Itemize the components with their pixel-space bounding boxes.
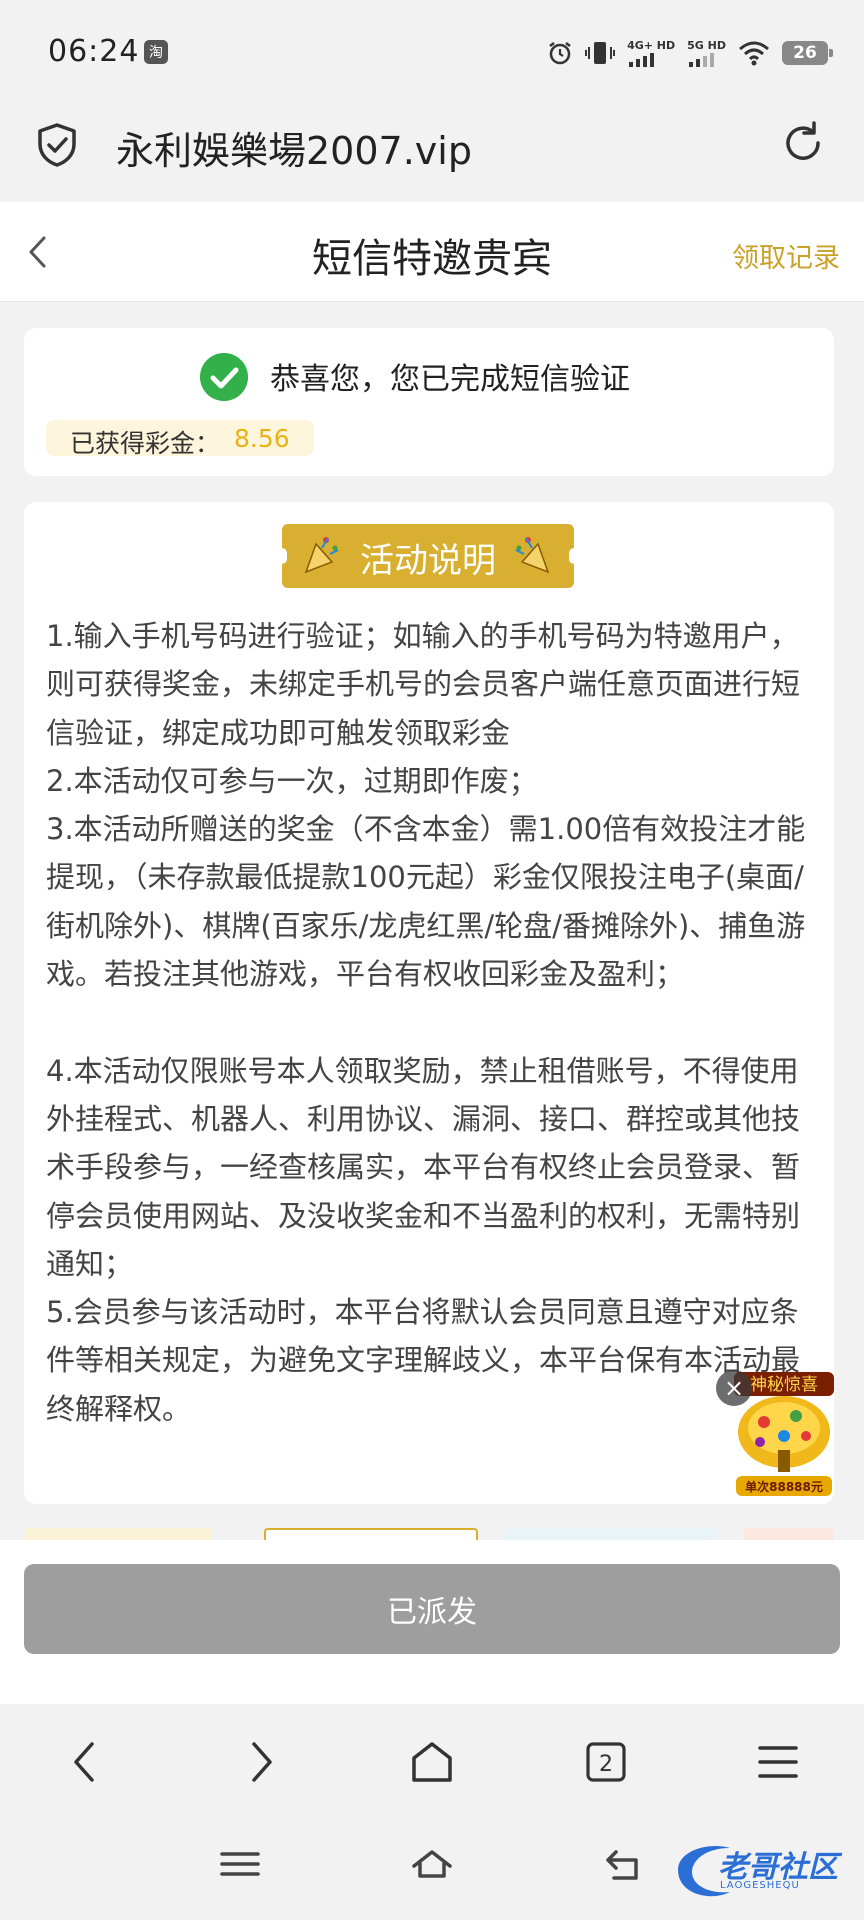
network-label-1: 4G+ HD xyxy=(627,38,676,52)
tabs-button[interactable]: 2 xyxy=(582,1736,630,1788)
browser-back-icon[interactable] xyxy=(62,1736,110,1788)
check-circle-icon xyxy=(200,353,248,401)
status-time: 06:24 xyxy=(48,34,140,69)
rule-4: 4.本活动仅限账号本人领取奖励，禁止租借账号，不得使用外挂程式、机器人、利用协议… xyxy=(46,1053,801,1281)
tabs-icon: 2 xyxy=(586,1742,626,1782)
rule-5: 5.会员参与该活动时，本平台将默认会员同意且遵守对应条件等相关规定，为避免文字理… xyxy=(46,1295,801,1426)
tab-count: 2 xyxy=(599,1752,613,1777)
system-home-icon[interactable] xyxy=(410,1844,454,1884)
recent-apps-icon[interactable] xyxy=(218,1844,262,1884)
network-label-2: 5G HD xyxy=(687,38,726,52)
alarm-icon xyxy=(549,42,571,65)
security-shield-icon[interactable] xyxy=(36,122,78,168)
rule-2: 2.本活动仅可参与一次，过期即作废； xyxy=(46,763,538,798)
signal-icon-2 xyxy=(689,52,715,67)
bonus-value: 8.56 xyxy=(234,424,290,453)
signal-5g: 5G HD xyxy=(687,40,726,67)
vibrate-icon xyxy=(585,42,616,64)
reload-icon[interactable] xyxy=(780,120,826,166)
close-promo-icon[interactable]: × xyxy=(716,1370,752,1406)
signal-icon xyxy=(629,52,655,67)
status-icons: 4G+ HD 5G HD 26 xyxy=(547,36,833,70)
promo-caption: 单次88888元 xyxy=(745,1479,823,1494)
wifi-icon xyxy=(739,41,769,66)
signal-4g: 4G+ HD xyxy=(627,40,675,67)
browser-home-icon[interactable] xyxy=(408,1736,456,1788)
taobao-notification-icon: 淘 xyxy=(144,40,168,64)
dispatched-button[interactable]: 已派发 xyxy=(24,1564,840,1654)
rule-spacer xyxy=(46,998,820,1046)
activity-title: 活动说明 xyxy=(360,541,496,581)
browser-menu-icon[interactable] xyxy=(754,1736,802,1788)
rule-1: 1.输入手机号码进行验证；如输入的手机号码为特邀用户，则可获得奖金，未绑定手机号… xyxy=(46,619,801,750)
verification-message: 恭喜您，您已完成短信验证 xyxy=(270,362,630,397)
system-back-icon[interactable] xyxy=(602,1844,646,1884)
watermark-sub: LAOGESHEQU xyxy=(720,1880,800,1891)
promo-title: 神秘惊喜 xyxy=(750,1375,818,1395)
browser-forward-icon[interactable] xyxy=(236,1736,284,1788)
activity-rules: 1.输入手机号码进行验证；如输入的手机号码为特邀用户，则可获得奖金，未绑定手机号… xyxy=(46,612,820,1433)
rule-3: 3.本活动所赠送的奖金（不含本金）需1.00倍有效投注才能提现，（未存款最低提款… xyxy=(46,812,806,992)
claim-records-link[interactable]: 领取记录 xyxy=(732,236,840,275)
bonus-label: 已获得彩金： xyxy=(70,429,221,458)
battery-icon: 26 xyxy=(782,41,833,65)
url-text[interactable]: 永利娛樂場2007.vip xyxy=(116,120,472,175)
